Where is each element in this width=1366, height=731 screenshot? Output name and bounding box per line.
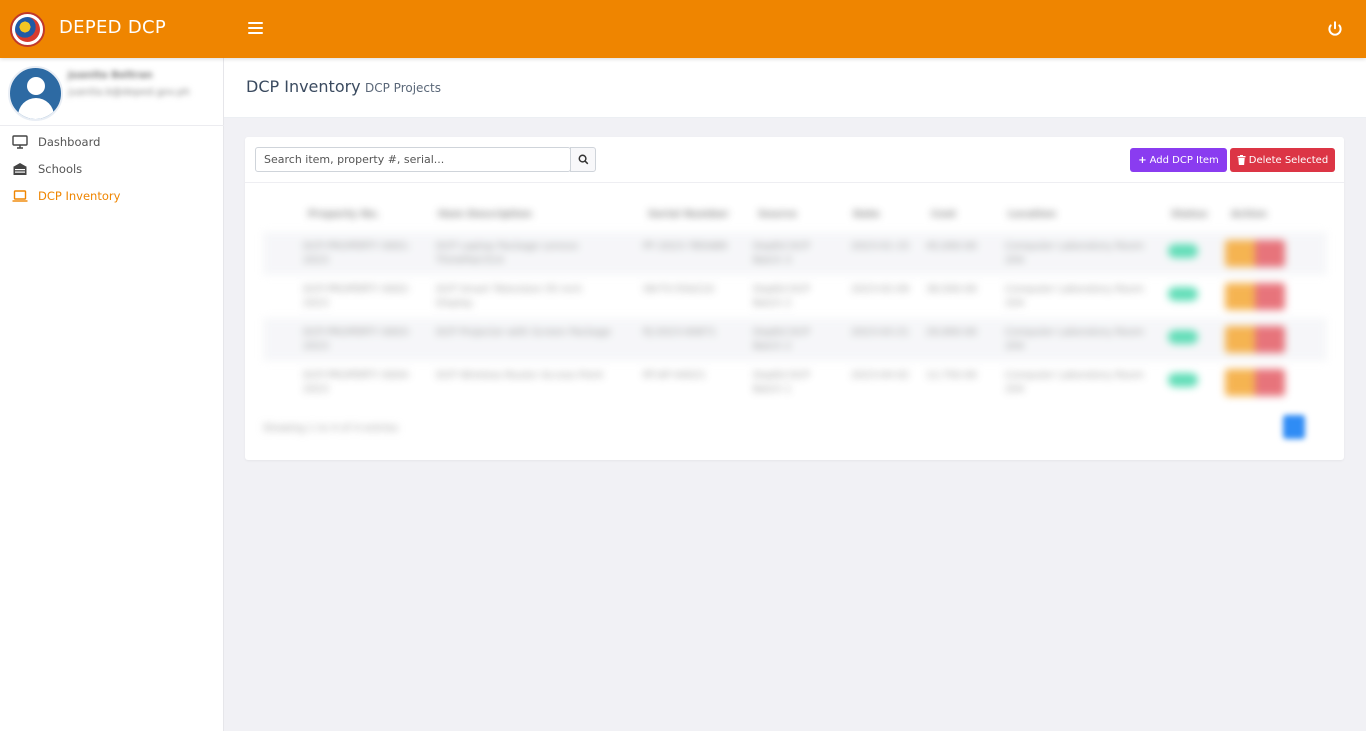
cell-item: DCP Wireless Router Access Point bbox=[436, 370, 604, 381]
column-header: Serial Number bbox=[648, 209, 729, 220]
status-badge bbox=[1168, 244, 1198, 258]
delete-row-button[interactable] bbox=[1255, 326, 1285, 353]
page-title: DCP Inventory bbox=[246, 77, 361, 96]
search-button[interactable] bbox=[570, 147, 596, 172]
cell-serial: PF-2023-7B5AB9 bbox=[643, 241, 728, 252]
pagination-button[interactable] bbox=[1283, 415, 1305, 439]
cell-date: 2023-03-21 bbox=[851, 327, 910, 338]
school-icon bbox=[13, 162, 27, 175]
edit-button[interactable] bbox=[1225, 240, 1255, 267]
cell-property: DCP-PROPERTY 0001-2023 bbox=[303, 241, 411, 266]
table-info: Showing 1 to 4 of 4 entries bbox=[263, 423, 398, 434]
cell-location: Computer Laboratory Room 204 bbox=[1005, 241, 1145, 266]
status-badge bbox=[1168, 373, 1198, 387]
sidebar-nav: Dashboard Schools DCP Inventory bbox=[0, 128, 224, 209]
delete-selected-button[interactable]: Delete Selected bbox=[1230, 148, 1335, 172]
brand-title: DEPED DCP bbox=[59, 17, 167, 38]
top-navbar: DEPED DCP bbox=[0, 0, 1366, 58]
sidebar-item-label: Dashboard bbox=[38, 134, 101, 149]
column-header: Property No. bbox=[308, 209, 380, 220]
edit-button[interactable] bbox=[1225, 326, 1255, 353]
add-dcp-item-button[interactable]: + Add DCP Item bbox=[1130, 148, 1227, 172]
cell-source: DepEd DCP Batch 1 bbox=[753, 370, 810, 395]
cell-property: DCP-PROPERTY 0003-2023 bbox=[303, 327, 411, 352]
cell-source: DepEd DCP Batch 2 bbox=[753, 327, 810, 352]
cell-serial: RT-AP-44021 bbox=[643, 370, 706, 381]
table-row[interactable]: DCP-PROPERTY 0004-2023 DCP Wireless Rout… bbox=[263, 361, 1327, 404]
inventory-card: + Add DCP Item Delete Selected Property … bbox=[245, 137, 1344, 460]
table-row[interactable]: DCP-PROPERTY 0002-2023 DCP Smart Televis… bbox=[263, 275, 1327, 318]
cell-item: DCP Projector with Screen Package bbox=[436, 327, 611, 338]
cell-source: DepEd DCP Batch 2 bbox=[753, 284, 810, 309]
power-icon[interactable] bbox=[1326, 20, 1344, 38]
menu-toggle-icon[interactable] bbox=[248, 21, 263, 35]
cell-date: 2023-01-15 bbox=[851, 241, 910, 252]
search-input[interactable] bbox=[255, 147, 571, 172]
column-header: Action bbox=[1231, 209, 1267, 220]
sidebar-item-dashboard[interactable]: Dashboard bbox=[0, 128, 224, 155]
cell-location: Computer Laboratory Room 204 bbox=[1005, 327, 1145, 352]
cell-cost: 45,000.00 bbox=[926, 241, 977, 252]
content-header: DCP Inventory DCP Projects bbox=[224, 58, 1366, 118]
table-row[interactable]: DCP-PROPERTY 0003-2023 DCP Projector wit… bbox=[263, 318, 1327, 361]
column-header: Date bbox=[853, 209, 880, 220]
trash-icon bbox=[1237, 155, 1246, 165]
cell-cost: 38,500.00 bbox=[926, 284, 977, 295]
cell-serial: PJ-2023-00871 bbox=[643, 327, 717, 338]
cell-location: Computer Laboratory Room 204 bbox=[1005, 370, 1145, 395]
delete-row-button[interactable] bbox=[1255, 240, 1285, 267]
cell-cost: 12,750.00 bbox=[926, 370, 977, 381]
page-subtitle: DCP Projects bbox=[365, 81, 441, 95]
delete-button-label: Delete Selected bbox=[1248, 154, 1329, 166]
cell-date: 2023-02-09 bbox=[851, 284, 910, 295]
cell-property: DCP-PROPERTY 0002-2023 bbox=[303, 284, 411, 309]
cell-source: DepEd DCP Batch 3 bbox=[753, 241, 810, 266]
monitor-icon bbox=[12, 134, 28, 149]
cell-property: DCP-PROPERTY 0004-2023 bbox=[303, 370, 411, 395]
sidebar-item-label: Schools bbox=[38, 161, 83, 176]
edit-button[interactable] bbox=[1225, 283, 1255, 310]
status-badge bbox=[1168, 287, 1198, 301]
cell-serial: SN-TV-55A210 bbox=[643, 284, 715, 295]
avatar bbox=[8, 66, 63, 121]
column-header: Status bbox=[1171, 209, 1208, 220]
user-email: juanita.b@deped.gov.ph bbox=[68, 87, 190, 98]
column-header: Cost bbox=[931, 209, 956, 220]
plus-icon: + bbox=[1138, 154, 1147, 166]
laptop-icon bbox=[12, 189, 28, 202]
cell-cost: 29,900.00 bbox=[926, 327, 977, 338]
column-header: Location bbox=[1008, 209, 1057, 220]
sidebar-item-schools[interactable]: Schools bbox=[0, 155, 224, 182]
deped-logo bbox=[10, 12, 45, 47]
column-header: Item Description bbox=[438, 209, 532, 220]
sidebar-item-label: DCP Inventory bbox=[38, 188, 121, 203]
status-badge bbox=[1168, 330, 1198, 344]
column-header: Source bbox=[758, 209, 797, 220]
sidebar: Juanita Beltran juanita.b@deped.gov.ph D… bbox=[0, 58, 224, 731]
cell-location: Computer Laboratory Room 204 bbox=[1005, 284, 1145, 309]
delete-row-button[interactable] bbox=[1255, 283, 1285, 310]
user-panel: Juanita Beltran juanita.b@deped.gov.ph bbox=[0, 58, 224, 126]
sidebar-item-dcp-inventory[interactable]: DCP Inventory bbox=[0, 182, 224, 209]
delete-row-button[interactable] bbox=[1255, 369, 1285, 396]
edit-button[interactable] bbox=[1225, 369, 1255, 396]
table-row[interactable]: DCP-PROPERTY 0001-2023 DCP Laptop Packag… bbox=[263, 232, 1327, 275]
inventory-table: Property No. Item Description Serial Num… bbox=[263, 199, 1327, 409]
cell-item: DCP Laptop Package Lenovo ThinkPad E14 bbox=[436, 241, 579, 266]
card-toolbar: + Add DCP Item Delete Selected bbox=[245, 137, 1344, 183]
search-icon bbox=[578, 154, 588, 165]
user-name: Juanita Beltran bbox=[68, 70, 153, 81]
add-button-label: Add DCP Item bbox=[1149, 154, 1219, 166]
cell-item: DCP Smart Television 55 inch Display bbox=[436, 284, 582, 309]
cell-date: 2023-04-02 bbox=[851, 370, 910, 381]
